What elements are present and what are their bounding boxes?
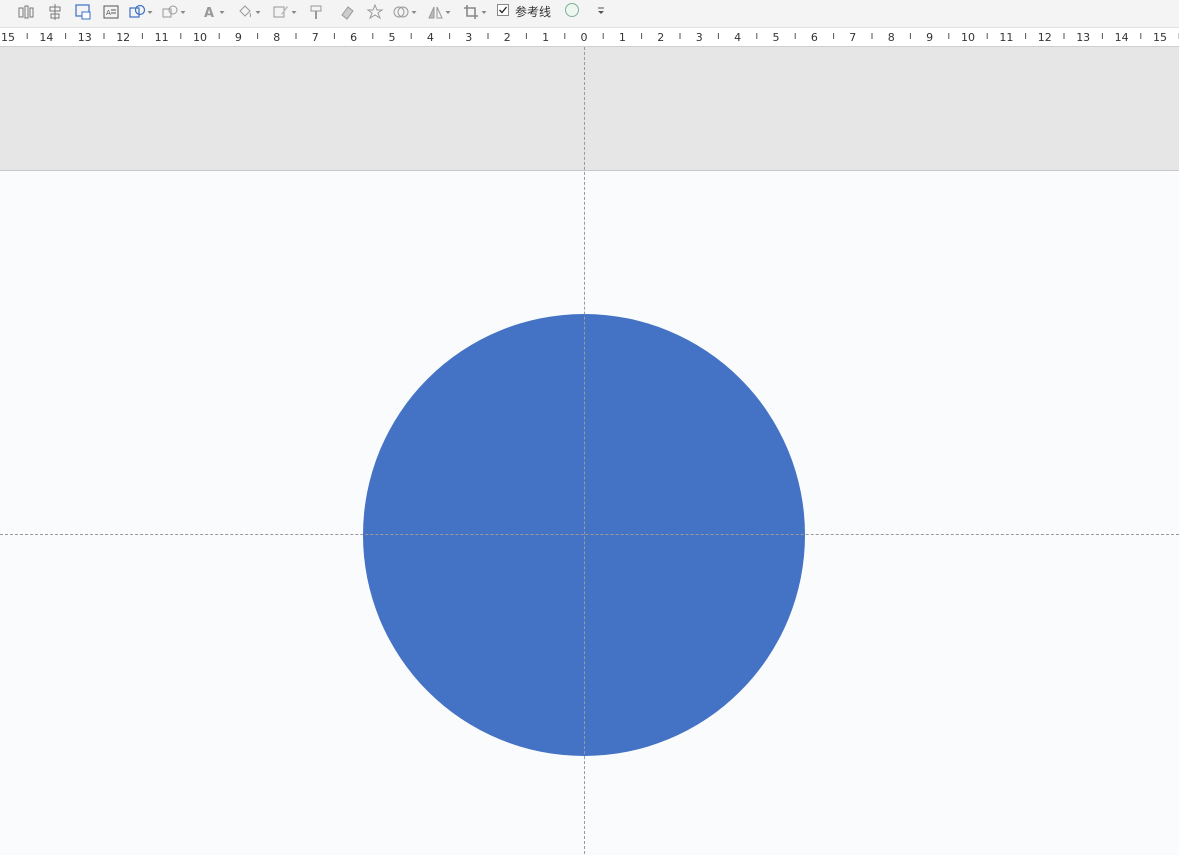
fill-tool[interactable] <box>236 2 261 22</box>
ruler-label: 9 <box>235 31 242 44</box>
font-color-icon: A <box>204 6 214 21</box>
horizontal-guide-line[interactable] <box>0 534 1179 535</box>
guides-label[interactable]: 参考线 <box>515 3 551 20</box>
edit-shape-tool[interactable] <box>161 2 186 22</box>
ruler-label: 3 <box>696 31 703 44</box>
ruler-label: 6 <box>811 31 818 44</box>
outline-tool[interactable] <box>272 2 297 22</box>
svg-text:A: A <box>106 9 111 17</box>
ruler-label: 3 <box>465 31 472 44</box>
pen-outline-icon <box>273 6 288 18</box>
dropdown-arrow-icon[interactable] <box>291 3 297 21</box>
dropdown-arrow-icon[interactable] <box>147 3 153 21</box>
ruler-label: 8 <box>888 31 895 44</box>
chevron-down-icon[interactable] <box>596 5 606 17</box>
ruler-label: 12 <box>1038 31 1052 44</box>
ruler-label: 15 <box>1 31 15 44</box>
crop-tool[interactable] <box>462 2 487 22</box>
ruler-label: 8 <box>273 31 280 44</box>
ruler-label: 14 <box>1115 31 1129 44</box>
dropdown-arrow-icon[interactable] <box>219 3 225 21</box>
svg-text:A: A <box>204 6 214 21</box>
ruler-label: 7 <box>849 31 856 44</box>
ruler-label: 11 <box>999 31 1013 44</box>
drawing-toolbar: A A 参考线 <box>0 0 1179 28</box>
pasteboard-area <box>0 47 1179 170</box>
textbox-icon: A <box>103 5 119 19</box>
effects-tool[interactable] <box>366 2 384 22</box>
ruler-label: 5 <box>389 31 396 44</box>
ruler-label: 12 <box>116 31 130 44</box>
ruler-label: 4 <box>734 31 741 44</box>
rotate-tool[interactable] <box>426 2 451 22</box>
eraser-icon <box>341 6 354 20</box>
paint-bucket-icon <box>239 5 251 18</box>
combine-shapes-tool[interactable] <box>392 2 417 22</box>
screen-tool[interactable] <box>74 2 92 22</box>
dropdown-arrow-icon[interactable] <box>180 3 186 21</box>
align-distribute-icon <box>18 5 34 19</box>
ruler-label: 1 <box>542 31 549 44</box>
dropdown-arrow-icon[interactable] <box>255 3 261 21</box>
screen-icon <box>75 4 91 20</box>
textbox-tool[interactable]: A <box>102 2 120 22</box>
dropdown-arrow-icon[interactable] <box>481 3 487 21</box>
ruler-label: 7 <box>312 31 319 44</box>
dropdown-arrow-icon[interactable] <box>411 3 417 21</box>
edit-shape-icon <box>162 5 178 18</box>
ruler-label: 14 <box>39 31 53 44</box>
guides-checkbox[interactable] <box>497 4 509 16</box>
horizontal-ruler[interactable]: 15 14 13 12 11 10 9 8 7 6 5 4 3 2 1 0 1 2 3 4 5 6 7 8 9 10 11 12 13 1… <box>0 28 1179 47</box>
ruler-label: 2 <box>657 31 664 44</box>
checkmark-icon <box>499 6 507 14</box>
rotate-flip-icon <box>428 6 443 19</box>
ruler-label: 1 <box>619 31 626 44</box>
font-color-tool[interactable]: A <box>200 2 225 22</box>
vertical-guide-line[interactable] <box>584 47 585 854</box>
align-center-tool[interactable] <box>46 2 64 22</box>
merge-shapes-icon <box>393 6 409 18</box>
dropdown-arrow-icon[interactable] <box>445 3 451 21</box>
ruler-label: 2 <box>504 31 511 44</box>
ruler-label: 9 <box>926 31 933 44</box>
eraser-tool[interactable] <box>338 2 356 22</box>
ruler-label: 10 <box>193 31 207 44</box>
format-painter-tool[interactable] <box>308 2 326 22</box>
ruler-label: 11 <box>155 31 169 44</box>
circle-outline-icon[interactable] <box>565 3 579 17</box>
align-center-icon <box>49 4 61 20</box>
ruler-scale: 15 14 13 12 11 10 9 8 7 6 5 4 3 2 1 0 1 2 3 4 5 6 7 8 9 10 11 12 13 1… <box>1 31 1179 44</box>
ruler-label: 13 <box>78 31 92 44</box>
ruler-label: 6 <box>350 31 357 44</box>
align-tool[interactable] <box>17 2 35 22</box>
shape-tool[interactable] <box>128 2 153 22</box>
shape-icon <box>129 4 146 18</box>
ruler-label: 10 <box>961 31 975 44</box>
ruler-label: 0 <box>581 31 588 44</box>
effects-icon <box>366 3 384 20</box>
crop-icon <box>464 5 478 19</box>
ruler-label: 13 <box>1076 31 1090 44</box>
format-painter-icon <box>310 5 322 19</box>
ruler-label: 4 <box>427 31 434 44</box>
ruler-label: 15 <box>1153 31 1167 44</box>
ruler-label: 5 <box>773 31 780 44</box>
